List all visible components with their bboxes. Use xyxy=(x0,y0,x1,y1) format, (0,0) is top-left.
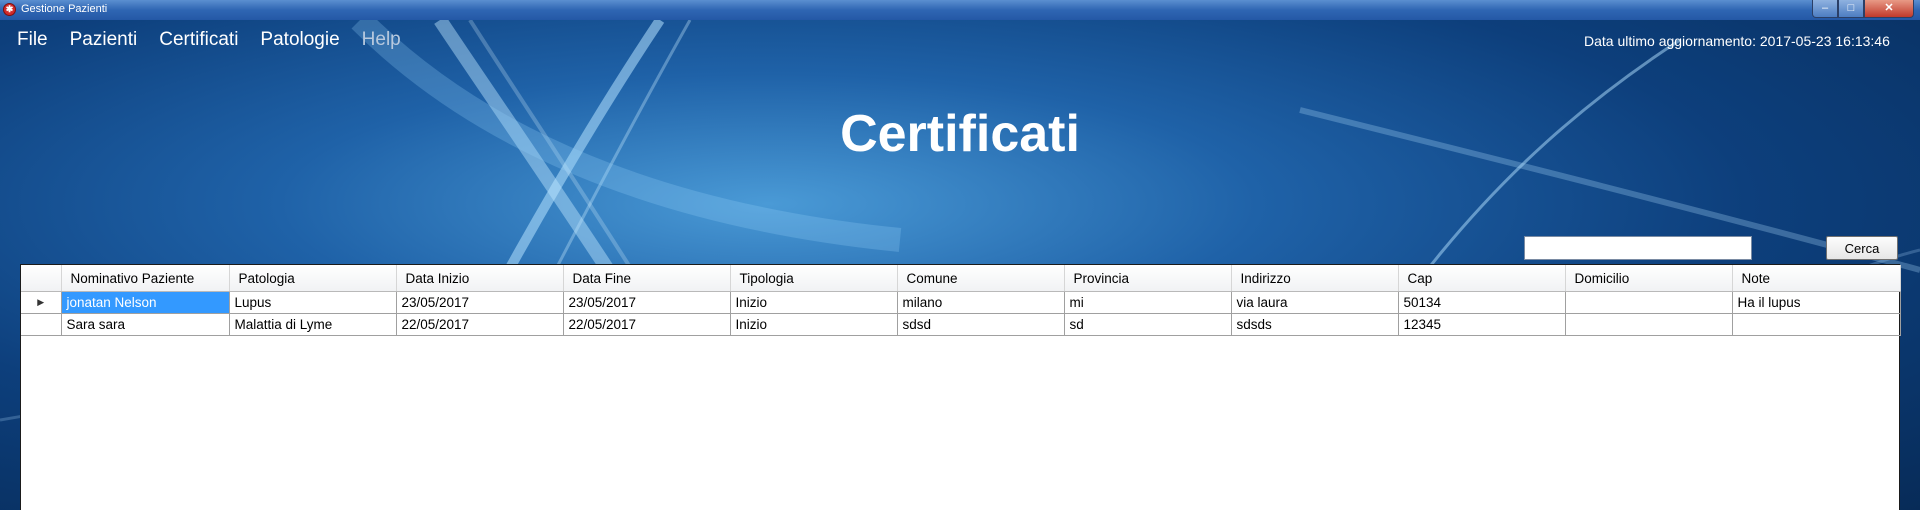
table-cell[interactable]: Sara sara xyxy=(61,313,230,336)
table-cell[interactable]: Ha il lupus xyxy=(1732,291,1901,314)
row-header[interactable] xyxy=(21,313,62,336)
maximize-button[interactable]: □ xyxy=(1838,0,1864,18)
menu-file[interactable]: File xyxy=(6,28,59,52)
search-input[interactable] xyxy=(1524,236,1752,260)
column-header-comune[interactable]: Comune xyxy=(897,265,1065,292)
grid-header-row: Nominativo Paziente Patologia Data Inizi… xyxy=(21,265,1901,292)
column-header-cap[interactable]: Cap xyxy=(1398,265,1566,292)
table-cell[interactable]: mi xyxy=(1064,291,1232,314)
table-row[interactable]: Sara sara Malattia di Lyme 22/05/2017 22… xyxy=(21,313,1901,336)
certificates-grid: Nominativo Paziente Patologia Data Inizi… xyxy=(20,264,1901,510)
menu-pazienti[interactable]: Pazienti xyxy=(59,28,149,52)
table-cell[interactable]: sdsd xyxy=(897,313,1065,336)
title-bar: ✱ Gestione Pazienti – □ ✕ xyxy=(0,0,1920,20)
search-button[interactable]: Cerca xyxy=(1826,236,1898,260)
menu-patologie[interactable]: Patologie xyxy=(249,28,350,52)
table-cell[interactable]: milano xyxy=(897,291,1065,314)
table-cell[interactable]: 22/05/2017 xyxy=(563,313,731,336)
menu-certificati[interactable]: Certificati xyxy=(148,28,249,52)
column-header-provincia[interactable]: Provincia xyxy=(1064,265,1232,292)
column-header-data-inizio[interactable]: Data Inizio xyxy=(396,265,564,292)
table-cell[interactable] xyxy=(1565,313,1733,336)
table-cell[interactable]: Inizio xyxy=(730,313,898,336)
row-header-corner xyxy=(21,265,62,292)
table-cell[interactable] xyxy=(1565,291,1733,314)
menu-help[interactable]: Help xyxy=(351,28,412,52)
table-cell[interactable]: Malattia di Lyme xyxy=(229,313,397,336)
current-row-arrow-icon[interactable]: ▶ xyxy=(21,291,62,314)
app-icon: ✱ xyxy=(3,3,16,16)
window-title: Gestione Pazienti xyxy=(21,3,108,15)
table-row[interactable]: ▶ jonatan Nelson Lupus 23/05/2017 23/05/… xyxy=(21,291,1901,314)
table-cell[interactable]: Lupus xyxy=(229,291,397,314)
table-cell[interactable]: 12345 xyxy=(1398,313,1566,336)
table-cell[interactable]: via laura xyxy=(1231,291,1399,314)
main-window: ✱ Gestione Pazienti – □ ✕ File Pazienti … xyxy=(0,0,1920,510)
table-cell[interactable]: 50134 xyxy=(1398,291,1566,314)
close-button[interactable]: ✕ xyxy=(1864,0,1914,18)
column-header-patologia[interactable]: Patologia xyxy=(229,265,397,292)
table-cell[interactable]: sd xyxy=(1064,313,1232,336)
page-title: Certificati xyxy=(840,105,1080,163)
table-cell[interactable]: sdsds xyxy=(1231,313,1399,336)
table-cell[interactable]: jonatan Nelson xyxy=(61,291,230,314)
column-header-nominativo[interactable]: Nominativo Paziente xyxy=(61,265,230,292)
menu-bar: File Pazienti Certificati Patologie Help xyxy=(6,28,412,52)
table-cell[interactable]: 23/05/2017 xyxy=(563,291,731,314)
column-header-tipologia[interactable]: Tipologia xyxy=(730,265,898,292)
column-header-indirizzo[interactable]: Indirizzo xyxy=(1231,265,1399,292)
table-cell[interactable]: 22/05/2017 xyxy=(396,313,564,336)
table-cell[interactable] xyxy=(1732,313,1901,336)
column-header-note[interactable]: Note xyxy=(1732,265,1901,292)
table-cell[interactable]: Inizio xyxy=(730,291,898,314)
last-update-label: Data ultimo aggiornamento: 2017-05-23 16… xyxy=(1584,33,1890,49)
column-header-domicilio[interactable]: Domicilio xyxy=(1565,265,1733,292)
minimize-button[interactable]: – xyxy=(1812,0,1838,18)
table-cell[interactable]: 23/05/2017 xyxy=(396,291,564,314)
column-header-data-fine[interactable]: Data Fine xyxy=(563,265,731,292)
